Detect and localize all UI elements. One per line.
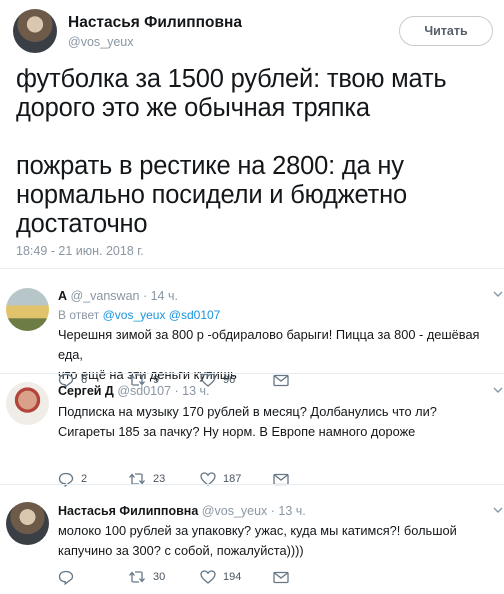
- reply-tweet[interactable]: Настасья Филипповна @vos_yeux · 13 ч. мо…: [0, 488, 504, 592]
- retweet-icon: [128, 570, 146, 584]
- heart-icon: [200, 570, 216, 584]
- tweet-text: футболка за 1500 рублей: твою мать дорог…: [16, 65, 447, 238]
- chevron-down-icon[interactable]: [492, 288, 504, 303]
- divider: [0, 484, 504, 485]
- like-count: 194: [223, 571, 242, 583]
- reply-header: Настасья Филипповна @vos_yeux · 13 ч.: [58, 504, 306, 518]
- main-tweet: Настасья Филипповна @vos_yeux Читать фут…: [0, 0, 504, 268]
- reply-meta: @vos_yeux · 13 ч.: [201, 504, 306, 518]
- tweet-timestamp[interactable]: 18:49 - 21 июн. 2018 г.: [16, 244, 144, 258]
- avatar[interactable]: [6, 502, 49, 545]
- reply-to-prefix: В ответ: [58, 308, 103, 322]
- reply-meta: @_vanswan · 14 ч.: [70, 289, 178, 303]
- dm-action[interactable]: [273, 569, 289, 585]
- chevron-down-icon[interactable]: [492, 384, 504, 399]
- author-handle[interactable]: @vos_yeux: [68, 35, 134, 49]
- envelope-icon: [273, 571, 289, 584]
- chevron-down-icon[interactable]: [492, 504, 504, 519]
- author-name[interactable]: Настасья Филипповна: [68, 14, 242, 32]
- tweet-actions: 30 194: [58, 569, 308, 585]
- reply-header: Сергей Д @sd0107 · 13 ч.: [58, 384, 210, 398]
- reply-icon: [58, 570, 74, 585]
- follow-button[interactable]: Читать: [399, 16, 493, 46]
- reply-meta: @sd0107 · 13 ч.: [117, 384, 210, 398]
- retweet-count: 30: [153, 571, 166, 583]
- avatar[interactable]: [13, 9, 57, 53]
- reply-tweet[interactable]: А @_vanswan · 14 ч. В ответ @vos_yeux @s…: [0, 280, 504, 388]
- like-action[interactable]: 194: [200, 569, 241, 585]
- reply-author-name[interactable]: Настасья Филипповна: [58, 504, 198, 518]
- reply-header: А @_vanswan · 14 ч.: [58, 289, 178, 303]
- avatar[interactable]: [6, 382, 49, 425]
- avatar[interactable]: [6, 288, 49, 331]
- reply-to-line: В ответ @vos_yeux @sd0107: [58, 308, 220, 322]
- retweet-action[interactable]: 30: [128, 569, 165, 585]
- reply-text: молоко 100 рублей за упаковку? ужас, куд…: [58, 523, 457, 558]
- reply-author-name[interactable]: Сергей Д: [58, 384, 114, 398]
- divider: [0, 268, 504, 269]
- reply-to-users[interactable]: @vos_yeux @sd0107: [103, 308, 221, 322]
- reply-author-name[interactable]: А: [58, 289, 67, 303]
- reply-action[interactable]: [58, 569, 81, 585]
- reply-tweet[interactable]: Сергей Д @sd0107 · 13 ч. Подписка на муз…: [0, 374, 504, 487]
- reply-text: Подписка на музыку 170 рублей в месяц? Д…: [58, 404, 437, 439]
